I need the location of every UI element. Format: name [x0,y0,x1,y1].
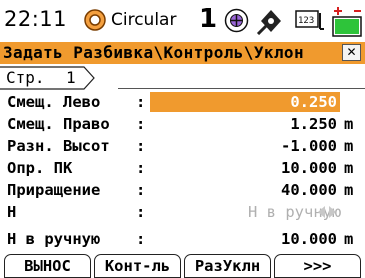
page-tab-row: Стр. 1 [0,66,365,90]
divider [118,88,365,89]
softkey-stakeout[interactable]: ВЫНОС [4,254,91,278]
field-offset-right[interactable]: Смещ. Право : 1.250 m [0,114,365,134]
field-label: Смещ. Право [7,115,110,133]
field-label: Разн. Высот [7,137,110,155]
field-value: 1.250 [290,115,337,133]
field-unit: m [344,181,354,199]
field-unit: m [344,93,354,111]
field-value: 0.250 [290,93,337,111]
field-colon: : [136,230,146,248]
target-icon [224,8,249,33]
field-colon: : [136,181,146,199]
field-offset-left[interactable]: Смещ. Лево : 0.250 m [0,92,365,112]
svg-text:123: 123 [298,16,314,26]
softkey-check[interactable]: Конт-ль [94,254,181,278]
field-height-source[interactable]: H : H в ручную [0,202,365,222]
page-label: Стр. [6,68,45,87]
page-title: Задать Разбивка\Контроль\Уклон [3,43,304,62]
field-label: Смещ. Лево [7,93,101,111]
field-value: -1.000 [281,137,337,155]
title-bar: Задать Разбивка\Контроль\Уклон ✕ [0,42,365,64]
field-label: Приращение [7,181,101,199]
field-colon: : [136,115,146,133]
battery-icon [332,7,362,37]
field-unit: m [344,230,354,248]
field-unit: m [344,137,354,155]
field-unit: m [344,115,354,133]
field-label: H [7,203,17,221]
field-colon: : [136,203,146,221]
field-colon: : [136,159,146,177]
field-height-diff[interactable]: Разн. Высот : -1.000 m [0,136,365,156]
field-unit: m [344,159,354,177]
softkey-bar: ВЫНОС Конт-ль РазУклн >>> [0,254,365,278]
close-button[interactable]: ✕ [342,44,361,61]
field-value: 40.000 [281,181,337,199]
prism-icon [256,10,281,35]
mode-label: Circular [111,10,177,30]
field-manual-height[interactable]: H в ручную : 10.000 m [0,229,365,249]
softkey-slope-stakeout[interactable]: РазУклн [184,254,271,278]
field-label: Опр. ПК [7,159,73,177]
page-number: 1 [66,68,76,87]
field-colon: : [136,93,146,111]
softkey-more[interactable]: >>> [274,254,361,278]
screen: 22:11 Circular 1 123 Задать Разбивка\Кон… [0,0,365,278]
clock: 22:11 [4,7,68,31]
circular-mode-icon [84,9,106,31]
field-colon: : [136,137,146,155]
field-value: 10.000 [281,159,337,177]
field-def-chainage[interactable]: Опр. ПК : 10.000 m [0,158,365,178]
field-increment[interactable]: Приращение : 40.000 m [0,180,365,200]
field-value: 10.000 [281,230,337,248]
field-label: H в ручную [7,230,101,248]
left-right-arrows-icon[interactable] [317,205,337,219]
keyboard-123-icon: 123 [295,10,324,30]
face-count: 1 [199,4,218,34]
status-bar: 22:11 Circular 1 123 [0,0,365,42]
